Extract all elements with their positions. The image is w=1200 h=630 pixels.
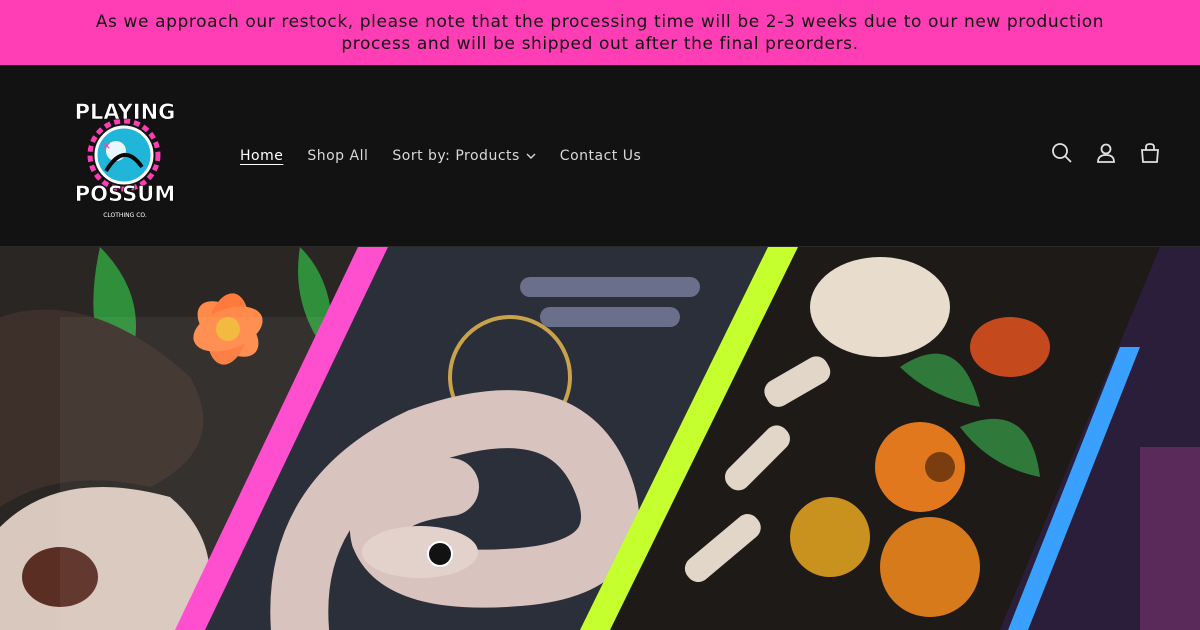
logo-text-bottom: POSSUM bbox=[75, 182, 176, 206]
logo-text-sub: CLOTHING CO. bbox=[103, 212, 147, 219]
account-icon bbox=[1097, 143, 1115, 163]
cart-button[interactable] bbox=[1138, 141, 1162, 165]
nav-sort-by-label: Sort by: Products bbox=[392, 148, 520, 164]
site-logo[interactable]: × PLAYING POSSUM CLOTHING CO. bbox=[66, 91, 184, 227]
cart-icon bbox=[1141, 143, 1159, 163]
hero-artwork bbox=[0, 247, 1200, 630]
chevron-down-icon bbox=[526, 153, 536, 159]
announcement-bar: As we approach our restock, please note … bbox=[0, 0, 1200, 65]
search-icon bbox=[1052, 143, 1072, 163]
main-nav: Home Shop All Sort by: Products Contact … bbox=[228, 145, 653, 167]
nav-shop-all[interactable]: Shop All bbox=[295, 148, 380, 164]
nav-contact-us[interactable]: Contact Us bbox=[548, 148, 653, 164]
nav-home[interactable]: Home bbox=[228, 148, 295, 164]
nav-sort-by-dropdown[interactable]: Sort by: Products bbox=[380, 148, 547, 164]
svg-text:×: × bbox=[102, 139, 111, 152]
announcement-text: As we approach our restock, please note … bbox=[95, 11, 1105, 54]
search-button[interactable] bbox=[1050, 141, 1074, 165]
header-icons bbox=[1050, 141, 1162, 165]
hero-banner bbox=[0, 247, 1200, 630]
logo-text-top: PLAYING bbox=[75, 100, 176, 124]
site-header: × PLAYING POSSUM CLOTHING CO. Home Shop … bbox=[0, 65, 1200, 247]
account-button[interactable] bbox=[1094, 141, 1118, 165]
logo-graphic: × PLAYING POSSUM CLOTHING CO. bbox=[74, 100, 176, 219]
